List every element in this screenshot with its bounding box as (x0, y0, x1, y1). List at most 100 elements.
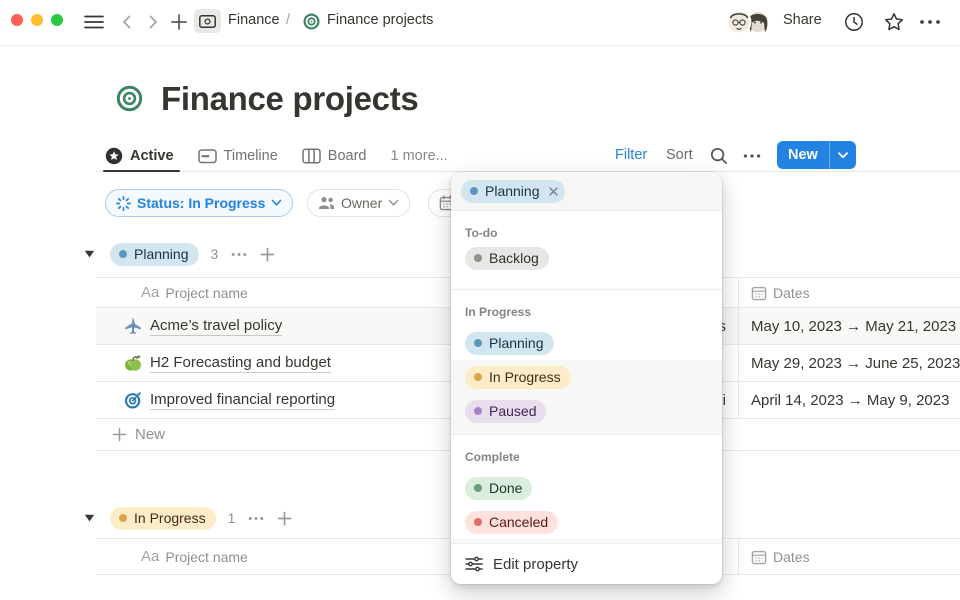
plus-icon (112, 427, 127, 442)
tab-label: 1 more... (391, 148, 448, 164)
breadcrumb-separator: / (286, 12, 290, 28)
new-page-icon[interactable] (169, 12, 189, 32)
selected-tag-planning[interactable]: Planning (461, 180, 565, 203)
board-icon (302, 147, 321, 165)
favorite-star-icon[interactable] (883, 11, 905, 33)
owner-chip-label: Owner (341, 195, 382, 211)
maximize-window-button[interactable] (51, 14, 63, 26)
new-dropdown-chevron-icon[interactable] (830, 141, 856, 169)
option-paused[interactable]: Paused (451, 394, 722, 428)
page-title: Finance projects (161, 80, 418, 118)
new-button[interactable]: New (777, 141, 856, 169)
collaborator-avatars[interactable] (725, 8, 773, 36)
breadcrumb-parent[interactable]: Finance (228, 12, 280, 28)
option-planning[interactable]: Planning (451, 326, 722, 360)
name-column-header[interactable]: Project name (165, 549, 247, 565)
option-done[interactable]: Done (451, 471, 722, 505)
calendar-icon (751, 549, 767, 565)
status-filter-chip[interactable]: Status: In Progress (105, 189, 293, 217)
minimize-window-button[interactable] (31, 14, 43, 26)
search-icon[interactable] (709, 146, 729, 166)
tab-label: Board (328, 148, 367, 164)
filter-button[interactable]: Filter (615, 147, 647, 163)
option-label: Planning (489, 335, 544, 351)
breadcrumb-current[interactable]: Finance projects (327, 12, 433, 28)
option-canceled[interactable]: Canceled (451, 505, 722, 539)
share-button[interactable]: Share (783, 12, 822, 28)
target-icon (303, 13, 320, 30)
banknote-icon[interactable] (194, 9, 221, 33)
option-label: Canceled (489, 514, 548, 530)
view-tabs-row: Active Timeline Board 1 more... Filter S… (0, 140, 960, 172)
tab-label: Active (130, 148, 174, 164)
selected-tag-label: Planning (485, 183, 540, 199)
calendar-icon (751, 285, 767, 301)
group-options-icon[interactable] (228, 243, 250, 265)
option-label: In Progress (489, 369, 561, 385)
section-label-todo: To-do (451, 211, 722, 241)
updates-clock-icon[interactable] (843, 11, 865, 33)
group-tag-label: Planning (134, 246, 189, 262)
section-label-complete: Complete (451, 435, 722, 471)
collapse-triangle-icon[interactable] (84, 514, 95, 522)
group-header-planning: Planning 3 (84, 241, 278, 267)
chevron-down-icon (388, 199, 399, 207)
tab-board-view[interactable]: Board (302, 140, 367, 172)
option-backlog[interactable]: Backlog (451, 241, 722, 275)
group-tag-label: In Progress (134, 510, 206, 526)
avatar (728, 11, 751, 34)
dates-column-header[interactable]: Dates (773, 549, 810, 565)
chevron-down-icon (271, 199, 282, 207)
page-target-icon[interactable] (116, 85, 143, 112)
titlebar: Finance / Finance projects (0, 0, 960, 46)
green-apple-emoji (124, 354, 142, 372)
more-options-icon[interactable] (919, 18, 941, 26)
group-add-icon[interactable] (273, 507, 295, 529)
dates-column-header[interactable]: Dates (773, 285, 810, 301)
close-window-button[interactable] (11, 14, 23, 26)
project-link[interactable]: Acme’s travel policy (150, 317, 282, 336)
tab-more-views[interactable]: 1 more... (391, 140, 448, 172)
option-label: Done (489, 480, 522, 496)
sliders-icon (465, 556, 483, 572)
star-badge-icon (105, 147, 123, 165)
burst-icon (116, 196, 131, 211)
people-icon (318, 196, 335, 210)
group-header-in-progress: In Progress 1 (84, 505, 295, 531)
tab-timeline-view[interactable]: Timeline (198, 140, 278, 172)
view-options-icon[interactable] (743, 153, 761, 159)
status-chip-label: Status: In Progress (137, 195, 265, 211)
notion-window: Finance / Finance projects (0, 0, 960, 600)
edit-property-item[interactable]: Edit property (451, 544, 722, 584)
option-in-progress[interactable]: In Progress (451, 360, 722, 394)
option-label: Paused (489, 403, 536, 419)
group-status-tag[interactable]: In Progress (110, 507, 216, 530)
airplane-emoji (124, 317, 142, 335)
timeline-icon (198, 147, 217, 165)
group-options-icon[interactable] (245, 507, 267, 529)
selected-tags-input[interactable]: Planning (451, 172, 722, 211)
dates-cell[interactable]: April 14, 2023 → May 9, 2023 (738, 382, 960, 418)
new-row-label: New (135, 426, 165, 443)
name-column-header[interactable]: Project name (165, 285, 247, 301)
highlight-band: In Progress Paused (451, 360, 722, 434)
remove-tag-icon[interactable] (549, 187, 558, 196)
edit-property-label: Edit property (493, 556, 578, 573)
owner-filter-chip[interactable]: Owner (307, 189, 410, 217)
collapse-triangle-icon[interactable] (84, 250, 95, 258)
dates-cell[interactable]: May 10, 2023 → May 21, 2023 (738, 308, 960, 344)
group-add-icon[interactable] (256, 243, 278, 265)
sidebar-menu-icon[interactable] (84, 13, 104, 31)
status-filter-dropdown: Planning To-do Backlog In Progress Plann… (451, 172, 722, 584)
group-count: 1 (228, 510, 236, 526)
sort-button[interactable]: Sort (666, 147, 693, 163)
tab-active-view[interactable]: Active (105, 140, 174, 172)
dates-cell[interactable]: May 29, 2023 → June 25, 2023 (738, 345, 960, 381)
group-status-tag[interactable]: Planning (110, 243, 199, 266)
project-link[interactable]: H2 Forecasting and budget (150, 354, 331, 373)
back-icon[interactable] (119, 13, 135, 31)
project-link[interactable]: Improved financial reporting (150, 391, 335, 410)
section-label-in-progress: In Progress (451, 290, 722, 326)
group-count: 3 (211, 246, 219, 262)
forward-icon[interactable] (145, 13, 161, 31)
